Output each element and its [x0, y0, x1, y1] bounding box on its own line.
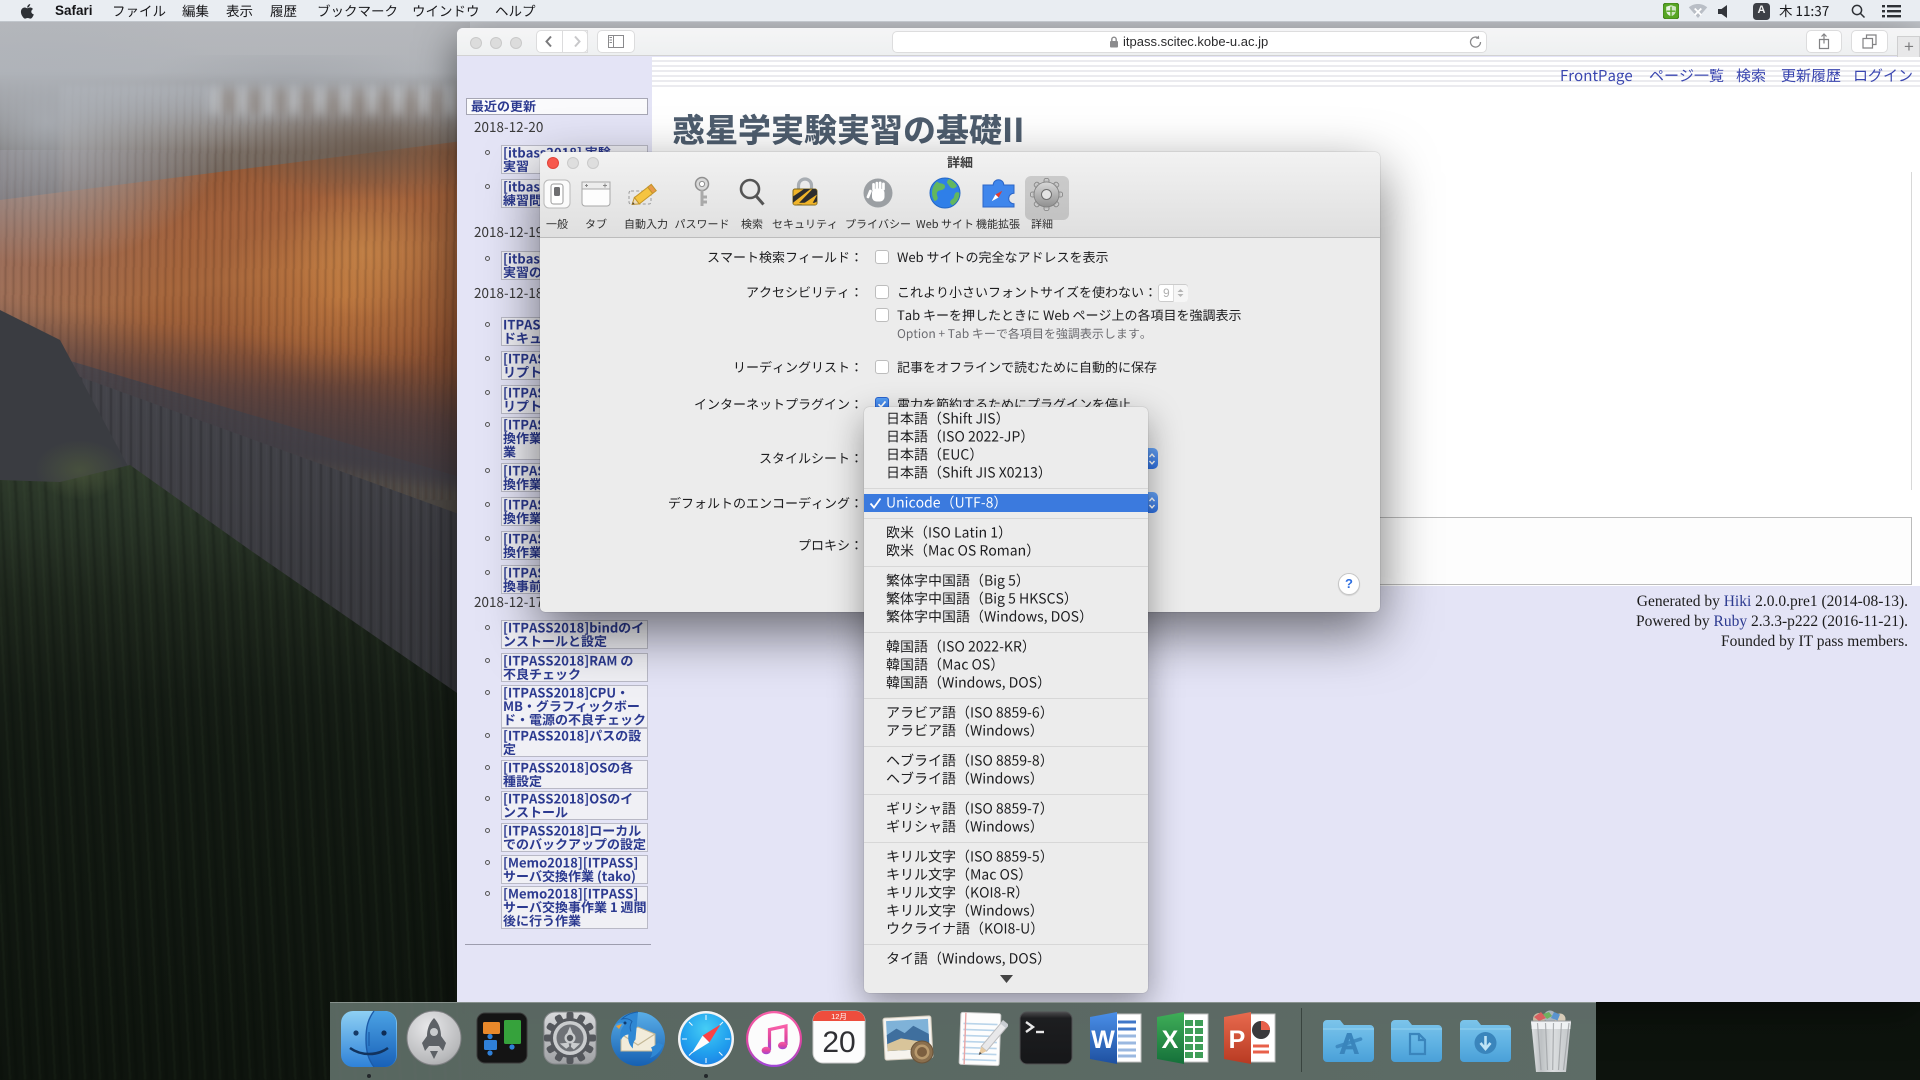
svg-text:X: X — [1162, 1026, 1179, 1054]
svg-text:12月: 12月 — [831, 1012, 847, 1021]
svg-text:W: W — [1091, 1026, 1115, 1054]
svg-text:20: 20 — [822, 1026, 855, 1059]
svg-text:P: P — [1229, 1026, 1246, 1054]
